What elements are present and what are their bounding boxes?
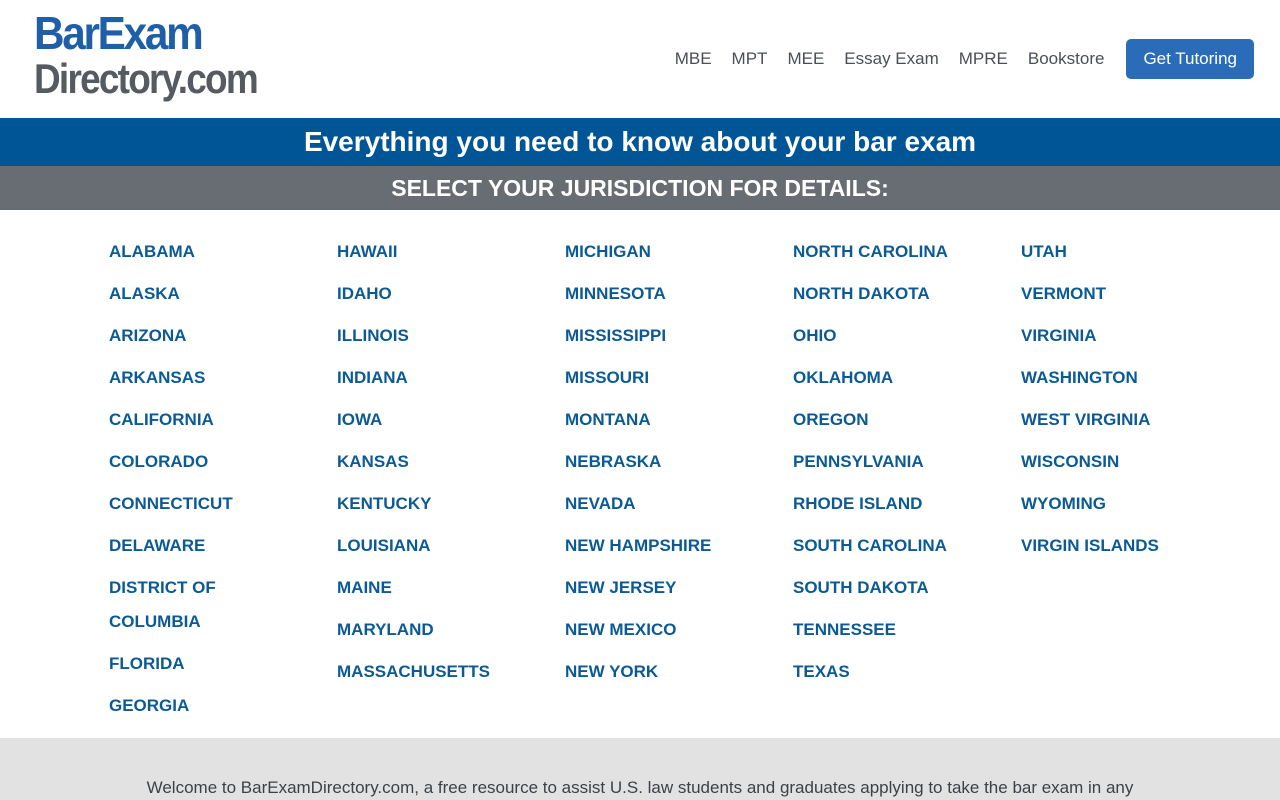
jurisdiction-link[interactable]: GEORGIA <box>109 689 269 723</box>
jurisdiction-link[interactable]: ALABAMA <box>109 235 269 269</box>
jurisdiction-link[interactable]: MARYLAND <box>337 613 527 647</box>
jurisdiction-link[interactable]: DELAWARE <box>109 529 269 563</box>
jurisdiction-link[interactable]: WYOMING <box>1021 487 1221 521</box>
jurisdiction-link[interactable]: TENNESSEE <box>793 613 993 647</box>
jurisdiction-link[interactable]: NEW MEXICO <box>565 613 765 647</box>
jurisdiction-link[interactable]: RHODE ISLAND <box>793 487 993 521</box>
site-header: BarExam Directory.com MBE MPT MEE Essay … <box>0 0 1280 118</box>
jurisdiction-column: HAWAII IDAHO ILLINOIS INDIANA IOWA KANSAS KENT… <box>337 235 527 697</box>
nav-essay-exam[interactable]: Essay Exam <box>844 39 938 79</box>
jurisdiction-link[interactable]: MASSACHUSETTS <box>337 655 527 689</box>
jurisdiction-link[interactable]: KANSAS <box>337 445 527 479</box>
jurisdiction-link[interactable]: WASHINGTON <box>1021 361 1221 395</box>
jurisdiction-column: NORTH CAROLINA NORTH DAKOTA OHIO OKLAHOMA OR… <box>793 235 993 697</box>
jurisdiction-link[interactable]: WISCONSIN <box>1021 445 1221 479</box>
nav-mbe[interactable]: MBE <box>675 39 712 79</box>
jurisdiction-link[interactable]: CONNECTICUT <box>109 487 269 521</box>
jurisdiction-link[interactable]: COLORADO <box>109 445 269 479</box>
jurisdiction-link[interactable]: MONTANA <box>565 403 765 437</box>
page-title: Everything you need to know about your b… <box>0 118 1280 166</box>
jurisdiction-link[interactable]: ARIZONA <box>109 319 269 353</box>
jurisdiction-link[interactable]: WEST VIRGINIA <box>1021 403 1221 437</box>
nav-bookstore[interactable]: Bookstore <box>1028 39 1105 79</box>
jurisdiction-column: MICHIGAN MINNESOTA MISSISSIPPI MISSOURI MONT… <box>565 235 765 697</box>
main-nav: MBE MPT MEE Essay Exam MPRE Bookstore Ge… <box>655 39 1254 79</box>
jurisdiction-link[interactable]: NORTH CAROLINA <box>793 235 993 269</box>
jurisdiction-link[interactable]: PENNSYLVANIA <box>793 445 993 479</box>
jurisdiction-column: ALABAMA ALASKA ARIZONA ARKANSAS CALIFORNIA CO… <box>109 235 269 731</box>
nav-mpt[interactable]: MPT <box>732 39 768 79</box>
jurisdiction-link[interactable]: UTAH <box>1021 235 1221 269</box>
jurisdiction-link[interactable]: OKLAHOMA <box>793 361 993 395</box>
jurisdiction-link[interactable]: INDIANA <box>337 361 527 395</box>
jurisdiction-link[interactable]: ARKANSAS <box>109 361 269 395</box>
jurisdiction-link[interactable]: IOWA <box>337 403 527 437</box>
jurisdiction-link[interactable]: MISSISSIPPI <box>565 319 765 353</box>
jurisdiction-link[interactable]: FLORIDA <box>109 647 269 681</box>
jurisdiction-link[interactable]: NEW HAMPSHIRE <box>565 529 765 563</box>
jurisdiction-link[interactable]: NORTH DAKOTA <box>793 277 993 311</box>
jurisdiction-link[interactable]: KENTUCKY <box>337 487 527 521</box>
jurisdiction-link[interactable]: ALASKA <box>109 277 269 311</box>
jurisdiction-column: UTAH VERMONT VIRGINIA WASHINGTON WEST VIRGIN… <box>1021 235 1221 571</box>
footer-intro: Welcome to BarExamDirectory.com, a free … <box>0 738 1280 800</box>
jurisdiction-link[interactable]: MINNESOTA <box>565 277 765 311</box>
jurisdiction-link[interactable]: MAINE <box>337 571 527 605</box>
jurisdiction-link[interactable]: ILLINOIS <box>337 319 527 353</box>
get-tutoring-button[interactable]: Get Tutoring <box>1126 39 1254 79</box>
nav-mpre[interactable]: MPRE <box>959 39 1008 79</box>
jurisdiction-link[interactable]: NEW JERSEY <box>565 571 765 605</box>
jurisdiction-link[interactable]: HAWAII <box>337 235 527 269</box>
jurisdiction-link[interactable]: DISTRICT OF COLUMBIA <box>109 571 269 639</box>
jurisdiction-link[interactable]: VIRGINIA <box>1021 319 1221 353</box>
jurisdiction-link[interactable]: OREGON <box>793 403 993 437</box>
jurisdiction-link[interactable]: MICHIGAN <box>565 235 765 269</box>
jurisdiction-link[interactable]: IDAHO <box>337 277 527 311</box>
jurisdiction-link[interactable]: NEVADA <box>565 487 765 521</box>
logo-line1: BarExam <box>34 7 204 59</box>
jurisdiction-link[interactable]: NEW YORK <box>565 655 765 689</box>
jurisdiction-link[interactable]: TEXAS <box>793 655 993 689</box>
jurisdiction-link[interactable]: VERMONT <box>1021 277 1221 311</box>
nav-mee[interactable]: MEE <box>787 39 824 79</box>
jurisdiction-link[interactable]: CALIFORNIA <box>109 403 269 437</box>
jurisdiction-link[interactable]: SOUTH DAKOTA <box>793 571 993 605</box>
logo-line2: Directory.com <box>34 55 259 102</box>
jurisdiction-link[interactable]: LOUISIANA <box>337 529 527 563</box>
jurisdiction-link[interactable]: VIRGIN ISLANDS <box>1021 529 1221 563</box>
jurisdiction-heading: SELECT YOUR JURISDICTION FOR DETAILS: <box>0 166 1280 210</box>
jurisdiction-link[interactable]: SOUTH CAROLINA <box>793 529 993 563</box>
jurisdiction-link[interactable]: MISSOURI <box>565 361 765 395</box>
jurisdiction-link[interactable]: NEBRASKA <box>565 445 765 479</box>
site-logo[interactable]: BarExam Directory.com <box>34 7 259 108</box>
footer-intro-text: Welcome to BarExamDirectory.com, a free … <box>146 778 1134 797</box>
jurisdiction-grid: ALABAMA ALASKA ARIZONA ARKANSAS CALIFORNIA CO… <box>0 210 1280 738</box>
jurisdiction-link[interactable]: OHIO <box>793 319 993 353</box>
